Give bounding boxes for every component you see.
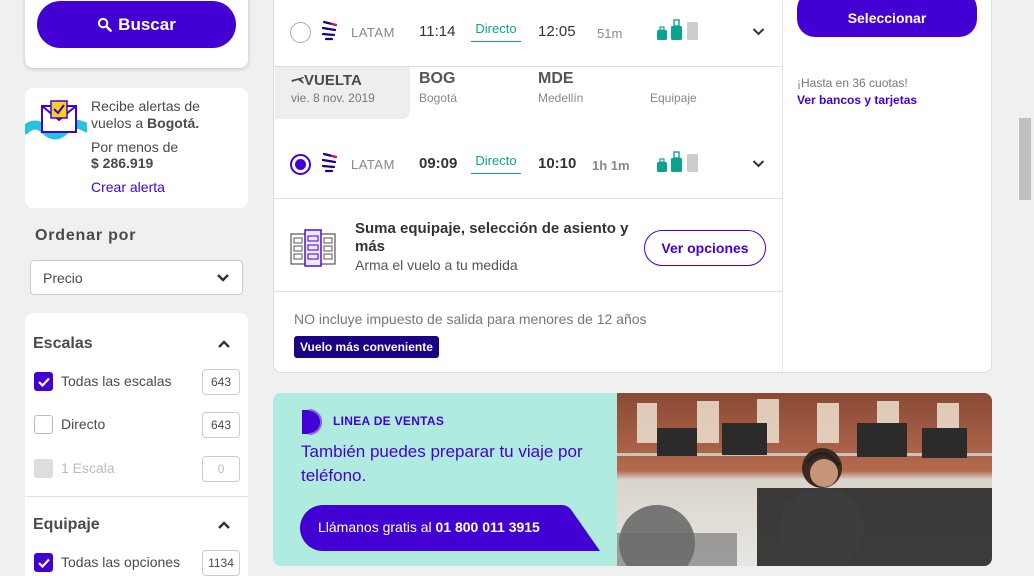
sort-select[interactable]: Precio: [30, 260, 243, 295]
sort-label: Ordenar por: [35, 227, 137, 244]
filter-option-count: 1134: [202, 550, 240, 576]
filter-option-all-stops[interactable]: Todas las escalas 643: [33, 369, 240, 395]
filter-option-label: Todas las opciones: [61, 554, 181, 570]
alert-city: Bogotá.: [147, 115, 200, 131]
filter-stops-title: Escalas: [33, 335, 93, 352]
column-divider: [782, 0, 783, 372]
checkbox: [34, 459, 53, 478]
alert-price: $ 286.919: [91, 155, 154, 171]
envelope-alert-icon: [25, 100, 87, 140]
filter-luggage-title: Equipaje: [33, 516, 100, 533]
call-button-label[interactable]: Llámanos gratis al 01 800 011 3915: [318, 519, 540, 535]
flight-result-card: LATAM 11:14 Directo 12:05 51m VUELTA vie…: [273, 0, 992, 373]
return-radio[interactable]: [290, 154, 311, 175]
best-option-badge: Vuelo más conveniente: [294, 336, 439, 358]
return-leg-header: VUELTA vie. 8 nov. 2019: [275, 67, 410, 119]
chevron-down-icon[interactable]: [752, 159, 765, 168]
airline-name: LATAM: [351, 157, 395, 172]
search-card: Buscar: [25, 0, 248, 68]
filter-option-count: 0: [202, 456, 240, 482]
view-options-button[interactable]: Ver opciones: [644, 230, 766, 266]
page-scrollbar[interactable]: [1016, 0, 1034, 576]
create-alert-link[interactable]: Crear alerta: [91, 179, 165, 195]
scrollbar-thumb[interactable]: [1019, 118, 1031, 200]
arrive-time: 12:05: [538, 23, 576, 40]
sort-value: Precio: [43, 270, 83, 286]
depart-time: 09:09: [419, 155, 458, 172]
destination-code: MDE: [538, 70, 574, 87]
phone-sales-banner: LINEA DE VENTAS También puedes preparar …: [273, 393, 992, 566]
filter-option-one-stop: 1 Escala 0: [33, 456, 240, 482]
chevron-down-icon: [217, 274, 229, 282]
leg-title: VUELTA: [291, 72, 362, 89]
search-button[interactable]: Buscar: [37, 1, 236, 48]
depart-time: 11:14: [419, 23, 456, 40]
checkbox[interactable]: [34, 415, 53, 434]
check-icon: [38, 558, 50, 568]
chevron-up-icon[interactable]: [217, 520, 231, 530]
filter-option-label: Directo: [61, 416, 106, 432]
destination-city: Medellín: [538, 91, 584, 105]
installments-text: ¡Hasta en 36 cuotas!: [797, 76, 908, 90]
checkbox[interactable]: [34, 372, 53, 391]
filters-panel: Escalas Todas las escalas 643 Directo 64…: [25, 313, 248, 576]
stops-label[interactable]: Directo: [471, 153, 521, 174]
chevron-up-icon[interactable]: [217, 339, 231, 349]
check-icon: [38, 377, 50, 387]
checkbox[interactable]: [34, 553, 53, 572]
airline-name: LATAM: [351, 25, 395, 40]
origin-city: Bogotá: [419, 91, 458, 105]
page: Buscar Recibe alertas de vuelos a Bogotá…: [0, 0, 1034, 576]
divider: [25, 496, 248, 497]
despegar-logo-icon: [302, 409, 322, 435]
seat-map-icon: [290, 229, 336, 267]
origin-code: BOG: [419, 70, 456, 87]
filter-option-label: Todas las escalas: [61, 373, 172, 389]
arrive-time: 10:10: [538, 155, 577, 172]
filter-option-all-luggage[interactable]: Todas las opciones 1134: [33, 550, 240, 576]
alert-price-label: Por menos de: [91, 139, 179, 155]
filter-option-count: 643: [202, 412, 240, 438]
filter-option-label: 1 Escala: [61, 460, 115, 476]
select-button[interactable]: Seleccionar: [797, 0, 977, 37]
alert-description: Recibe alertas de vuelos a Bogotá.: [91, 98, 241, 132]
plane-landing-icon: [291, 77, 304, 84]
call-center-photo: [617, 393, 992, 566]
search-icon: [98, 17, 112, 32]
tax-note: NO incluye impuesto de salida para menor…: [294, 311, 647, 327]
call-prefix: Llámanos gratis al: [318, 519, 436, 535]
filter-option-direct[interactable]: Directo 643: [33, 412, 240, 438]
divider: [274, 291, 782, 292]
stops-label[interactable]: Directo: [471, 21, 521, 42]
latam-logo-icon: [321, 20, 338, 41]
outbound-radio[interactable]: [290, 22, 311, 43]
banks-link[interactable]: Ver bancos y tarjetas: [797, 93, 917, 107]
search-button-label: Buscar: [118, 14, 176, 34]
upsell-subtitle: Arma el vuelo a tu medida: [355, 257, 518, 273]
price-alert-card: Recibe alertas de vuelos a Bogotá. Por m…: [25, 88, 248, 208]
luggage-icon: [657, 19, 698, 40]
leg-title-text: VUELTA: [304, 72, 362, 89]
promo-kicker: LINEA DE VENTAS: [333, 414, 445, 428]
chevron-down-icon[interactable]: [752, 27, 765, 36]
filter-option-count: 643: [202, 369, 240, 395]
leg-date: vie. 8 nov. 2019: [291, 91, 375, 105]
promo-text: También puedes preparar tu viaje por tel…: [301, 442, 583, 485]
upsell-title: Suma equipaje, selección de asiento y má…: [355, 220, 629, 255]
divider: [274, 198, 782, 199]
luggage-icon: [657, 151, 698, 172]
flight-duration: 51m: [597, 26, 623, 41]
luggage-column-label: Equipaje: [650, 91, 697, 105]
flight-duration: 1h 1m: [592, 158, 630, 173]
latam-logo-icon: [321, 152, 338, 173]
call-phone: 01 800 011 3915: [435, 519, 540, 535]
